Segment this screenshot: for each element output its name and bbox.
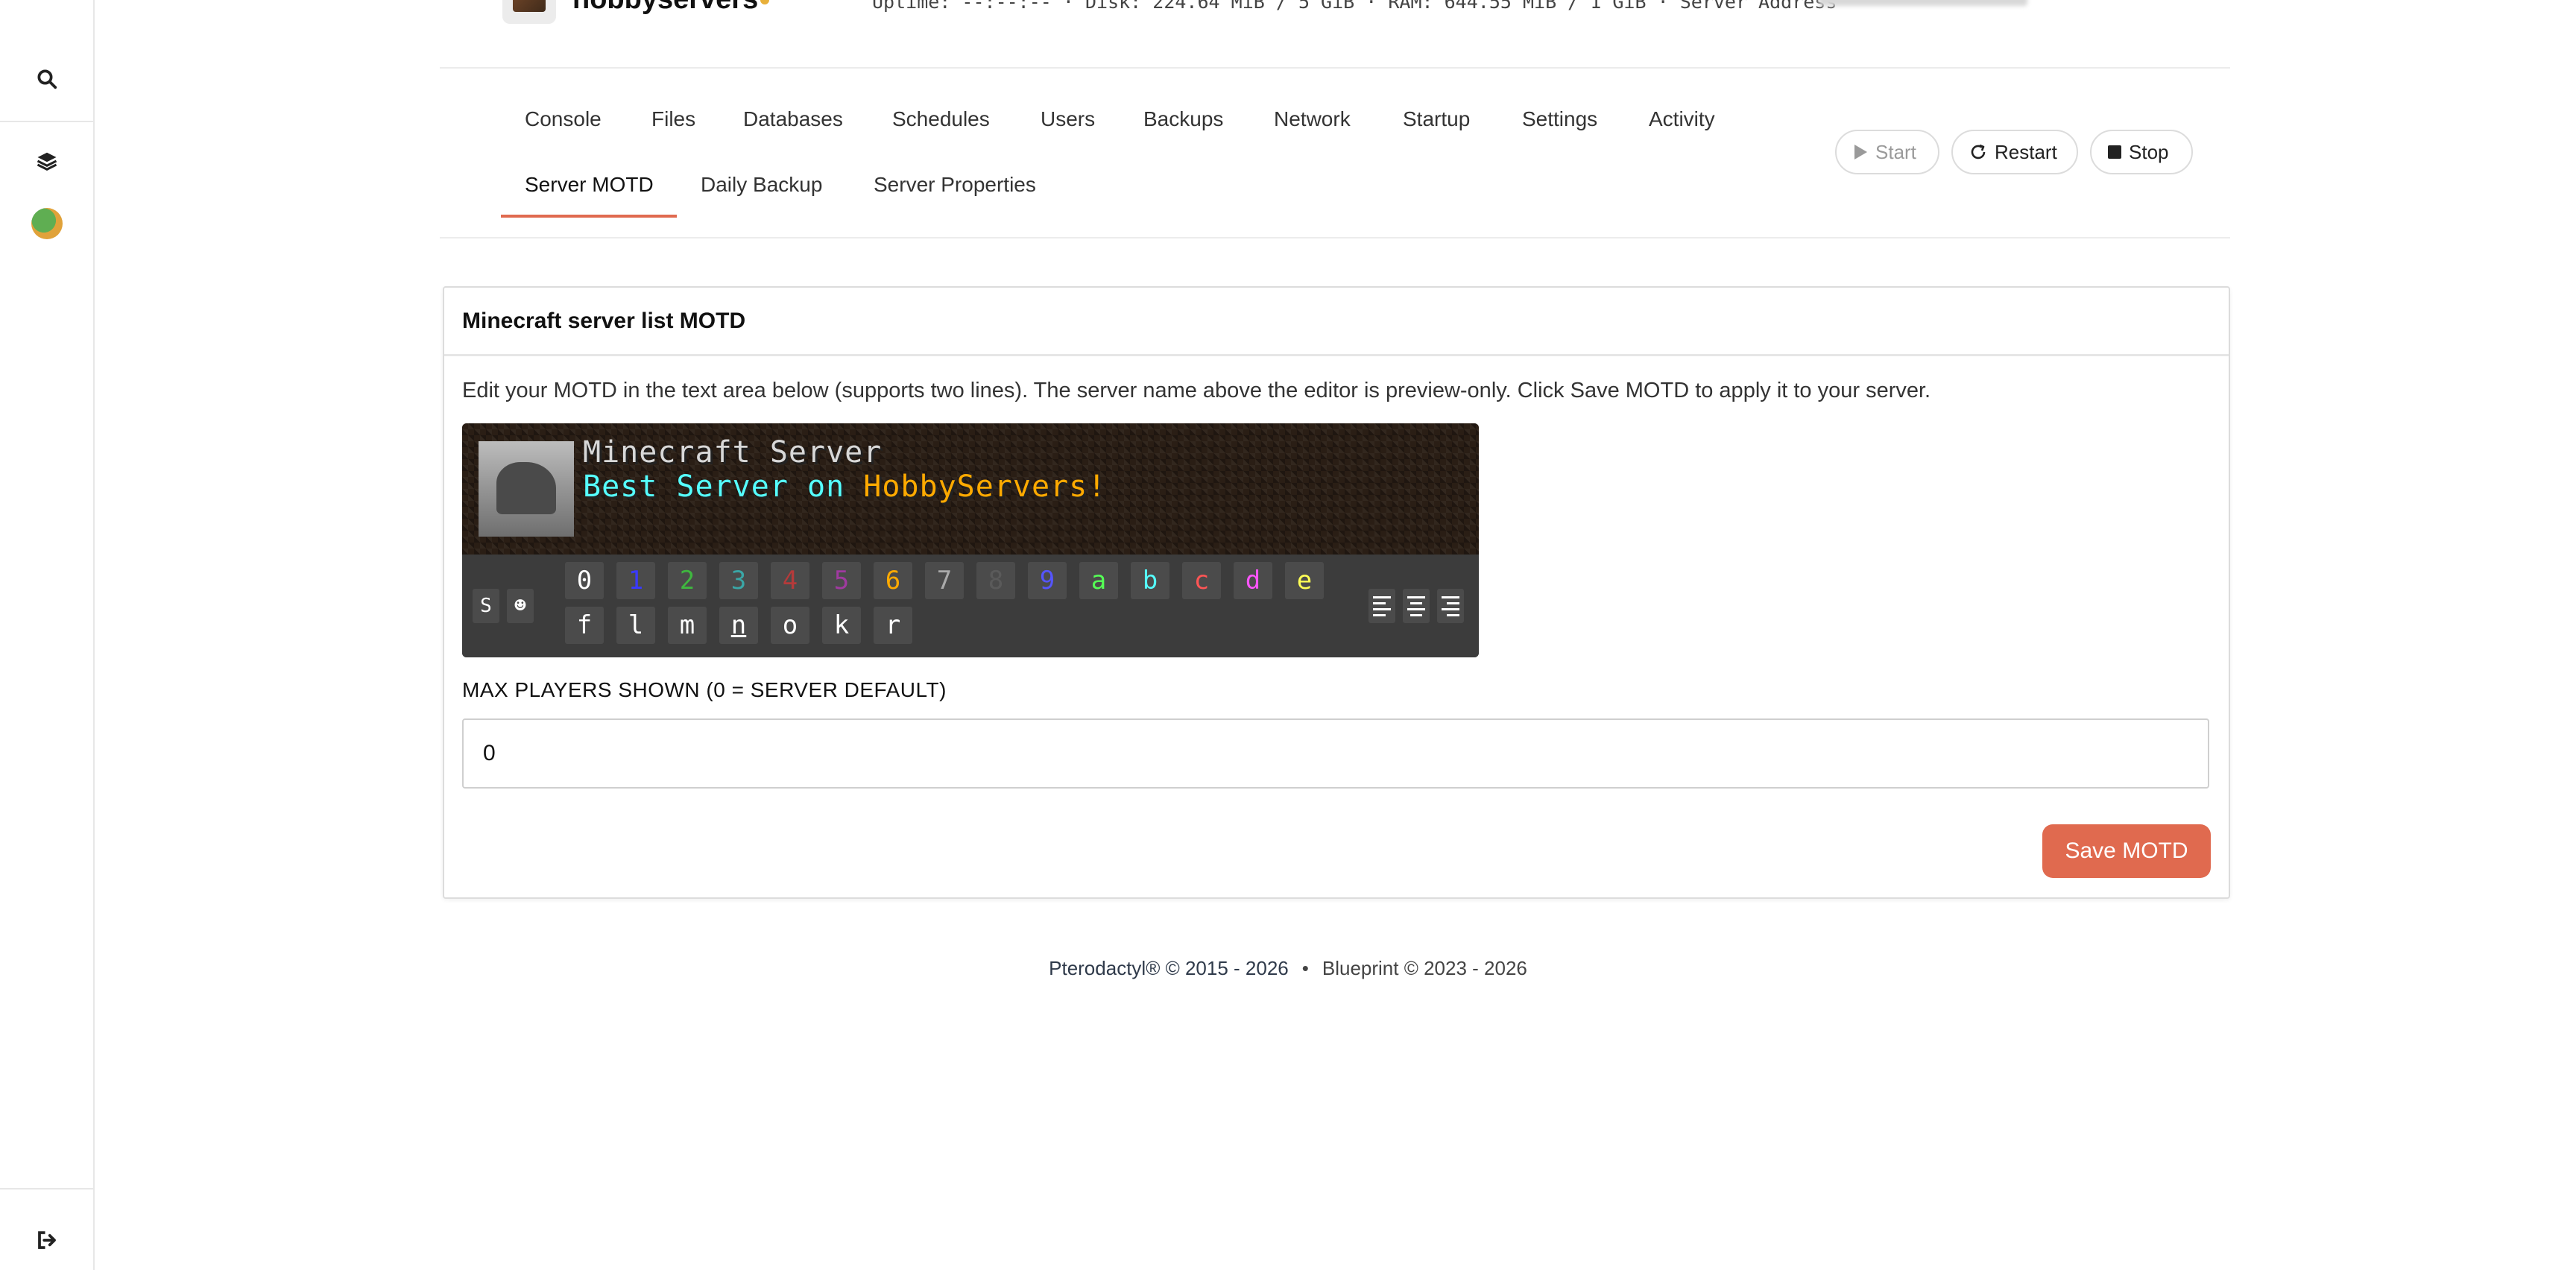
account-avatar-button[interactable] <box>0 194 93 253</box>
format-code-button[interactable]: o <box>771 607 809 644</box>
motd-editor[interactable]: Minecraft Server Best Server on HobbySer… <box>462 423 1479 657</box>
tab-databases[interactable]: Databases <box>743 107 843 131</box>
card-description: Edit your MOTD in the text area below (s… <box>462 379 1931 402</box>
color-code-button[interactable]: d <box>1234 562 1272 599</box>
tab-activity[interactable]: Activity <box>1649 107 1715 131</box>
sidebar-divider <box>0 121 93 122</box>
tab-schedules[interactable]: Schedules <box>892 107 990 131</box>
footer-pterodactyl[interactable]: Pterodactyl® © 2015 - 2026 <box>1049 957 1289 979</box>
tab-startup[interactable]: Startup <box>1403 107 1470 131</box>
align-right-icon[interactable] <box>1437 589 1464 623</box>
motd-text-part2: HobbyServers! <box>863 470 1107 504</box>
search-icon <box>37 69 57 89</box>
preview-server-name: Minecraft Server <box>583 435 883 470</box>
format-code-button[interactable]: n <box>719 607 758 644</box>
color-code-button[interactable]: e <box>1285 562 1324 599</box>
footer-separator: • <box>1301 957 1309 979</box>
color-code-button[interactable]: 9 <box>1028 562 1067 599</box>
search-button[interactable] <box>0 49 93 109</box>
color-code-button[interactable]: 3 <box>719 562 758 599</box>
tab-backups[interactable]: Backups <box>1143 107 1223 131</box>
strikethrough-icon[interactable]: S <box>473 589 499 623</box>
color-code-button[interactable]: c <box>1182 562 1221 599</box>
logout-button[interactable] <box>0 1210 93 1270</box>
server-thumbnail <box>479 441 574 537</box>
footer: Pterodactyl® © 2015 - 2026 • Blueprint © 2… <box>0 957 2576 980</box>
tab-settings[interactable]: Settings <box>1522 107 1597 131</box>
save-motd-button[interactable]: Save MOTD <box>2042 824 2211 878</box>
format-code-button[interactable]: m <box>668 607 707 644</box>
emoji-icon[interactable]: ☻ <box>507 589 534 623</box>
motd-preview: Minecraft Server Best Server on HobbySer… <box>462 423 1479 555</box>
align-left-icon[interactable] <box>1368 589 1395 623</box>
stop-label: Stop <box>2129 140 2169 163</box>
max-players-label: MAX PLAYERS SHOWN (0 = SERVER DEFAULT) <box>462 678 947 701</box>
sidebar-divider-bottom <box>0 1188 93 1190</box>
color-code-button[interactable]: a <box>1079 562 1118 599</box>
servers-button[interactable] <box>0 131 93 191</box>
color-code-button[interactable]: 6 <box>874 562 912 599</box>
color-code-button[interactable]: 8 <box>976 562 1015 599</box>
server-nav: Console Files Databases Schedules Users … <box>440 70 2230 238</box>
card-title: Minecraft server list MOTD <box>444 288 2229 356</box>
server-address-redacted <box>1819 0 2027 6</box>
motd-text-part1: Best Server on <box>583 470 864 504</box>
server-icon <box>502 0 556 24</box>
align-center-icon[interactable] <box>1403 589 1430 623</box>
tab-console[interactable]: Console <box>525 107 602 131</box>
server-status-dot <box>760 0 769 4</box>
color-code-button[interactable]: 2 <box>668 562 707 599</box>
tab-users[interactable]: Users <box>1041 107 1095 131</box>
restart-icon <box>1971 144 1986 159</box>
server-name: hobbyservers <box>572 0 758 16</box>
logout-icon <box>37 1231 56 1249</box>
color-code-button[interactable]: b <box>1131 562 1169 599</box>
avatar <box>31 208 63 239</box>
color-code-button[interactable]: 0 <box>565 562 604 599</box>
restart-button[interactable]: Restart <box>1951 130 2078 174</box>
active-tab-indicator <box>501 215 677 218</box>
motd-card: Minecraft server list MOTD Edit your MOT… <box>443 286 2230 899</box>
format-code-button[interactable]: r <box>874 607 912 644</box>
start-label: Start <box>1875 140 1916 163</box>
tab-network[interactable]: Network <box>1274 107 1351 131</box>
stop-icon <box>2108 145 2121 159</box>
max-players-input[interactable] <box>462 718 2209 789</box>
tab-files[interactable]: Files <box>651 107 695 131</box>
server-header: hobbyservers Uptime: --:--:-- · Disk: 22… <box>440 0 2230 69</box>
server-stats: Uptime: --:--:-- · Disk: 224.64 MiB / 5 … <box>872 0 1837 13</box>
restart-label: Restart <box>1995 140 2057 163</box>
sidebar <box>0 0 95 1270</box>
stop-button[interactable]: Stop <box>2090 130 2193 174</box>
start-button[interactable]: Start <box>1835 130 1939 174</box>
format-code-button[interactable]: f <box>565 607 604 644</box>
play-icon <box>1854 145 1867 159</box>
motd-toolbar: S ☻ 0123456789abcde flmnokr <box>462 555 1479 657</box>
color-code-button[interactable]: 5 <box>822 562 861 599</box>
format-code-button[interactable]: l <box>616 607 655 644</box>
color-code-button[interactable]: 1 <box>616 562 655 599</box>
tab-server-properties[interactable]: Server Properties <box>874 173 1036 197</box>
tab-server-motd[interactable]: Server MOTD <box>525 173 654 197</box>
color-code-button[interactable]: 7 <box>925 562 964 599</box>
format-code-button[interactable]: k <box>822 607 861 644</box>
layers-icon <box>37 152 57 171</box>
color-code-button[interactable]: 4 <box>771 562 809 599</box>
footer-blueprint[interactable]: Blueprint © 2023 - 2026 <box>1322 957 1527 979</box>
preview-motd-line[interactable]: Best Server on HobbyServers! <box>583 470 1106 504</box>
tab-daily-backup[interactable]: Daily Backup <box>701 173 822 197</box>
